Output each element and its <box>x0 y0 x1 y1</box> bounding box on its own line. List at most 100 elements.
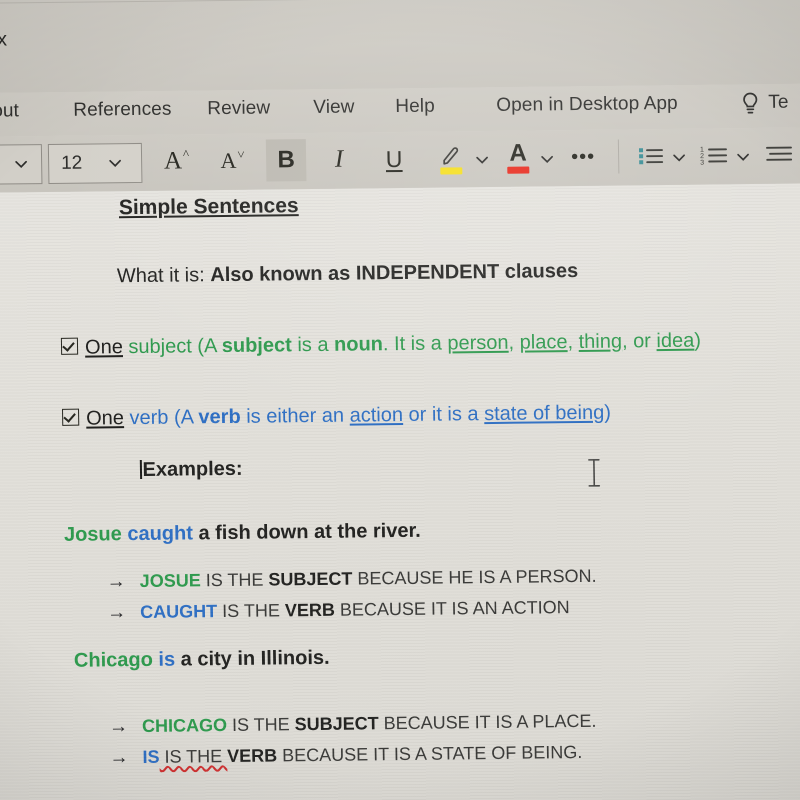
example-sentence-2: Chicago is a city in Illinois. <box>74 647 330 673</box>
document-heading: Simple Sentences <box>118 194 299 220</box>
font-size-select[interactable]: 12 <box>47 142 143 184</box>
examples-label: Examples: <box>142 457 243 481</box>
more-formatting-options-button[interactable]: ••• <box>566 136 601 178</box>
bullet2-bold-verb: verb <box>198 405 241 429</box>
chevron-down-icon[interactable] <box>735 149 751 165</box>
note-tail: BECAUSE IT IS A PLACE. <box>378 710 597 734</box>
font-color-button[interactable]: A <box>500 136 537 178</box>
example2-note-subject: → CHICAGO IS THE SUBJECT BECAUSE IT IS A … <box>109 711 597 739</box>
font-color-indicator <box>507 166 530 174</box>
caret-up-icon: ^ <box>182 146 190 162</box>
note-bold: VERB <box>284 599 336 621</box>
checkbox-icon[interactable] <box>62 408 80 426</box>
underline-button[interactable]: U <box>376 138 413 180</box>
chevron-down-icon[interactable] <box>13 156 29 172</box>
align-text-button[interactable] <box>760 133 799 175</box>
intro-label: What it is: <box>116 264 211 288</box>
lightbulb-icon[interactable] <box>739 91 761 117</box>
example1-verb: caught <box>127 522 194 546</box>
example1-subject: Josue <box>63 523 122 546</box>
arrow-icon: → <box>106 571 126 593</box>
open-in-desktop-app-button[interactable]: Open in Desktop App <box>496 93 678 117</box>
tab-view[interactable]: View <box>313 97 355 119</box>
underline-label: U <box>385 145 403 172</box>
bullet1-p5: , <box>567 330 579 354</box>
checkbox-icon[interactable] <box>60 337 79 355</box>
text-cursor-caret <box>139 459 142 479</box>
example2-verb: is <box>158 648 176 671</box>
font-family-select[interactable] <box>0 144 43 186</box>
note-mid: IS THE <box>226 714 295 736</box>
note-term: CAUGHT <box>140 601 218 622</box>
italic-label: I <box>334 145 344 173</box>
bullet-item-subject: One subject (A subject is a noun. It is … <box>60 329 702 360</box>
arrow-icon: → <box>108 716 129 738</box>
bullet2-p4: ) <box>604 401 612 424</box>
tab-layout[interactable]: Layout <box>0 100 19 123</box>
svg-text:3: 3 <box>700 160 704 167</box>
example1-rest: a fish down at the river. <box>192 519 421 545</box>
note-tail: BECAUSE IT IS AN ACTION <box>334 597 570 620</box>
bullet1-place: place <box>519 331 568 354</box>
bullet2-p3: or it is a <box>402 403 485 426</box>
bold-button[interactable]: B <box>265 139 307 182</box>
note-bold: VERB <box>227 745 278 767</box>
bullet2-lead: One <box>85 407 125 430</box>
examples-line: Examples: <box>139 456 243 482</box>
bullet1-thing: thing <box>578 330 623 353</box>
tab-review[interactable]: Review <box>207 97 270 120</box>
chevron-down-icon[interactable] <box>474 152 490 168</box>
italic-button[interactable]: I <box>322 139 357 181</box>
font-color-label: A <box>509 139 527 167</box>
note-term: JOSUE <box>139 570 201 591</box>
tab-references[interactable]: References <box>73 99 172 122</box>
photographed-screen: docx Layout References Review View Help … <box>0 0 800 800</box>
note-mid-misspelled: IS THE <box>159 746 228 767</box>
note-tail: BECAUSE HE IS A PERSON. <box>352 565 597 589</box>
chevron-down-icon[interactable] <box>107 155 123 171</box>
bullet1-p4: , <box>508 331 520 354</box>
note-mid: IS THE <box>200 569 269 591</box>
tab-help[interactable]: Help <box>395 96 435 118</box>
bullet1-p6: , or <box>621 330 657 353</box>
grow-font-label: A <box>163 147 183 175</box>
tell-me-label[interactable]: Te <box>768 92 789 114</box>
highlight-color-indicator <box>440 167 463 175</box>
note-bold: SUBJECT <box>294 713 379 735</box>
intro-bold: Also known as INDEPENDENT clauses <box>210 259 579 287</box>
font-size-value: 12 <box>60 152 83 174</box>
bulleted-list-button[interactable] <box>632 135 671 177</box>
bullet1-p1: subject (A <box>122 335 222 359</box>
bullet1-p7: ) <box>694 329 702 352</box>
arrow-icon: → <box>107 602 127 624</box>
bullet1-person: person <box>447 331 509 355</box>
window-top-divider <box>0 0 800 4</box>
chevron-down-icon[interactable] <box>671 150 687 166</box>
bullet1-bold-subject: subject <box>221 334 292 358</box>
grow-font-button[interactable]: A ^ <box>156 140 197 182</box>
intro-line: What it is: Also known as INDEPENDENT cl… <box>117 260 579 288</box>
more-label: ••• <box>570 145 596 168</box>
note-tail: BECAUSE IT IS A STATE OF BEING. <box>277 741 583 766</box>
mouse-ibeam-cursor <box>587 458 601 488</box>
bullet1-bold-noun: noun <box>333 333 384 356</box>
shrink-font-label: A <box>220 147 237 174</box>
document-page[interactable]: Simple Sentences What it is: Also known … <box>0 183 800 800</box>
text-highlight-button[interactable] <box>432 137 471 179</box>
example1-note-verb: → CAUGHT IS THE VERB BECAUSE IT IS AN ACT… <box>107 597 570 624</box>
bold-label: B <box>277 146 296 174</box>
shrink-font-button[interactable]: A ˅ <box>212 140 253 182</box>
bullet2-p1: verb (A <box>123 406 199 430</box>
example2-subject: Chicago <box>73 648 154 672</box>
note-mid: IS THE <box>217 600 286 622</box>
example2-rest: a city in Illinois. <box>174 646 330 671</box>
toolbar-divider <box>617 139 620 174</box>
word-online-window: docx Layout References Review View Help … <box>0 0 800 800</box>
bullet2-action: action <box>349 403 404 427</box>
bullet1-p2: is a <box>291 333 335 357</box>
bullet1-idea: idea <box>656 329 695 353</box>
chevron-down-icon[interactable] <box>539 151 555 167</box>
note-term: IS <box>142 746 160 767</box>
bullet1-p3: . It is a <box>382 332 448 356</box>
numbered-list-button[interactable]: 1 2 3 <box>694 134 735 176</box>
